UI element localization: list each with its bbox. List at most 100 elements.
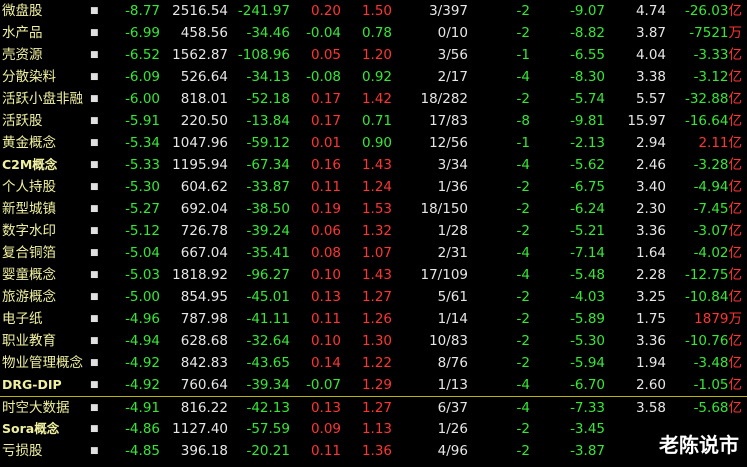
net-flow-value: -3.28: [693, 157, 729, 173]
net-flow-value: -7.45: [693, 201, 729, 217]
net-flow-unit: 亿: [728, 135, 743, 151]
turnover-rate: 3.40: [635, 179, 666, 195]
square-marker-icon: ■: [90, 403, 99, 413]
net-flow-unit: 亿: [728, 355, 743, 371]
speed: 0.11: [310, 311, 341, 327]
net-flow-value: 2.11: [698, 135, 729, 151]
index-price: 1047.96: [172, 135, 228, 151]
net-flow-value: -7521: [689, 25, 729, 41]
turnover-rate: 3.38: [635, 69, 666, 85]
index-price: 726.78: [180, 223, 228, 239]
speed: 0.17: [310, 113, 341, 129]
square-marker-icon: ■: [90, 292, 99, 302]
net-flow: -10.84亿: [672, 286, 742, 308]
trend-days: -4: [516, 267, 530, 283]
table-row[interactable]: 时空大数据 ■ -4.91 816.22 -42.13 0.13 1.27 6/37 -4 -7.…: [0, 396, 747, 418]
volume-ratio: 0.92: [361, 69, 392, 85]
net-flow: -3.07亿: [672, 220, 742, 242]
table-row[interactable]: 数字水印 ■ -5.12 726.78 -39.24 0.06 1.32 1/28 -2 -5.2…: [0, 220, 747, 242]
trend-days: -2: [516, 25, 530, 41]
trend-days: -2: [516, 91, 530, 107]
net-flow: -12.75亿: [672, 264, 742, 286]
table-row[interactable]: 新型城镇 ■ -5.27 692.04 -38.50 0.19 1.53 18/150 -2 -6…: [0, 198, 747, 220]
table-row[interactable]: 活跃小盘非融 ■ -6.00 818.01 -52.18 0.17 1.42 18/282 -2…: [0, 88, 747, 110]
table-row[interactable]: DRG-DIP ■ -4.92 760.64 -39.34 -0.07 1.29 1/13 -4…: [0, 374, 747, 396]
change-amount: -67.34: [246, 157, 290, 173]
index-price: 526.64: [180, 69, 228, 85]
speed: 0.13: [310, 289, 341, 305]
table-row[interactable]: 黄金概念 ■ -5.34 1047.96 -59.12 0.01 0.90 12/56 -1 -2…: [0, 132, 747, 154]
net-flow: -3.33亿: [672, 44, 742, 66]
trend-days: -4: [516, 377, 530, 393]
change-percent: -6.09: [125, 69, 160, 85]
five-day-change: -5.21: [570, 223, 605, 239]
rise-fall-count: 18/282: [420, 91, 469, 107]
table-row[interactable]: 婴童概念 ■ -5.03 1818.92 -96.27 0.10 1.43 17/109 -4 -…: [0, 264, 747, 286]
table-row[interactable]: 活跃股 ■ -5.91 220.50 -13.84 0.17 0.71 17/83 -8 -9.8…: [0, 110, 747, 132]
table-row[interactable]: 电子纸 ■ -4.96 787.98 -41.11 0.11 1.26 1/14 -2 -5.89…: [0, 308, 747, 330]
net-flow: 1879万: [672, 308, 742, 330]
five-day-change: -8.30: [570, 69, 605, 85]
table-row[interactable]: 壳资源 ■ -6.52 1562.87 -108.96 0.05 1.20 3/56 -1 -6.…: [0, 44, 747, 66]
five-day-change: -2.13: [570, 135, 605, 151]
change-percent: -5.04: [125, 245, 160, 261]
square-marker-icon: ■: [90, 182, 99, 192]
five-day-change: -7.33: [570, 400, 605, 416]
five-day-change: -3.45: [570, 421, 605, 437]
net-flow-unit: 亿: [728, 113, 743, 129]
rise-fall-count: 0/10: [437, 25, 468, 41]
table-row[interactable]: 分散染料 ■ -6.09 526.64 -34.13 -0.08 0.92 2/17 -4 -8.…: [0, 66, 747, 88]
change-amount: -33.87: [246, 179, 290, 195]
table-row[interactable]: Sora概念 ■ -4.86 1127.40 -57.59 0.09 1.13 1/26 -2 -…: [0, 418, 747, 440]
table-row[interactable]: 旅游概念 ■ -5.00 854.95 -45.01 0.13 1.27 5/61 -2 -4.0…: [0, 286, 747, 308]
volume-ratio: 1.43: [361, 267, 392, 283]
square-marker-icon: ■: [90, 226, 99, 236]
turnover-rate: 2.94: [635, 135, 666, 151]
five-day-change: -5.62: [570, 157, 605, 173]
rise-fall-count: 3/397: [429, 3, 468, 19]
change-amount: -108.96: [237, 47, 290, 63]
change-amount: -42.13: [246, 400, 290, 416]
change-amount: -241.97: [237, 3, 290, 19]
change-percent: -4.92: [125, 377, 160, 393]
rise-fall-count: 3/56: [437, 47, 468, 63]
table-row[interactable]: C2M概念 ■ -5.33 1195.94 -67.34 0.16 1.43 3/34 -4 -5…: [0, 154, 747, 176]
volume-ratio: 1.50: [361, 3, 392, 19]
square-marker-icon: ■: [90, 204, 99, 214]
table-row[interactable]: 个人持股 ■ -5.30 604.62 -33.87 0.11 1.24 1/36 -2 -6.7…: [0, 176, 747, 198]
speed: 0.08: [310, 245, 341, 261]
five-day-change: -3.87: [570, 443, 605, 459]
square-marker-icon: ■: [90, 160, 99, 170]
change-percent: -6.99: [125, 25, 160, 41]
trend-days: -2: [516, 289, 530, 305]
table-row[interactable]: 物业管理概念 ■ -4.92 842.83 -43.65 0.14 1.22 8/76 -2 -5…: [0, 352, 747, 374]
speed: 0.17: [310, 91, 341, 107]
change-percent: -4.96: [125, 311, 160, 327]
square-marker-icon: ■: [90, 116, 99, 126]
index-price: 787.98: [180, 311, 228, 327]
turnover-rate: 2.46: [635, 157, 666, 173]
table-row[interactable]: 复合铜箔 ■ -5.04 667.04 -35.41 0.08 1.07 2/31 -4 -7.1…: [0, 242, 747, 264]
trend-days: -4: [516, 69, 530, 85]
change-percent: -5.27: [125, 201, 160, 217]
change-amount: -41.11: [246, 311, 290, 327]
table-row[interactable]: 亏损股 ■ -4.85 396.18 -20.21 0.11 1.36 4/96 -2 -3.87: [0, 440, 747, 462]
rise-fall-count: 2/31: [437, 245, 468, 261]
square-marker-icon: ■: [90, 424, 99, 434]
turnover-rate: 2.60: [635, 377, 666, 393]
rise-fall-count: 1/26: [437, 421, 468, 437]
index-price: 1562.87: [172, 47, 228, 63]
table-row[interactable]: 微盘股 ■ -8.77 2516.54 -241.97 0.20 1.50 3/397 -2 -9…: [0, 0, 747, 22]
table-row[interactable]: 职业教育 ■ -4.94 628.68 -32.64 0.10 1.30 10/83 -2 -5.…: [0, 330, 747, 352]
net-flow: -7.45亿: [672, 198, 742, 220]
net-flow-value: -4.94: [693, 179, 729, 195]
table-row[interactable]: 水产品 ■ -6.99 458.56 -34.46 -0.04 0.78 0/10 -2 -8.8…: [0, 22, 747, 44]
net-flow: -7521万: [672, 22, 742, 44]
net-flow: -3.28亿: [672, 154, 742, 176]
sector-name: 亏损股: [2, 443, 43, 459]
rise-fall-count: 6/37: [437, 400, 468, 416]
rise-fall-count: 5/61: [437, 289, 468, 305]
five-day-change: -5.89: [570, 311, 605, 327]
speed: -0.04: [306, 25, 341, 41]
turnover-rate: 3.36: [635, 333, 666, 349]
